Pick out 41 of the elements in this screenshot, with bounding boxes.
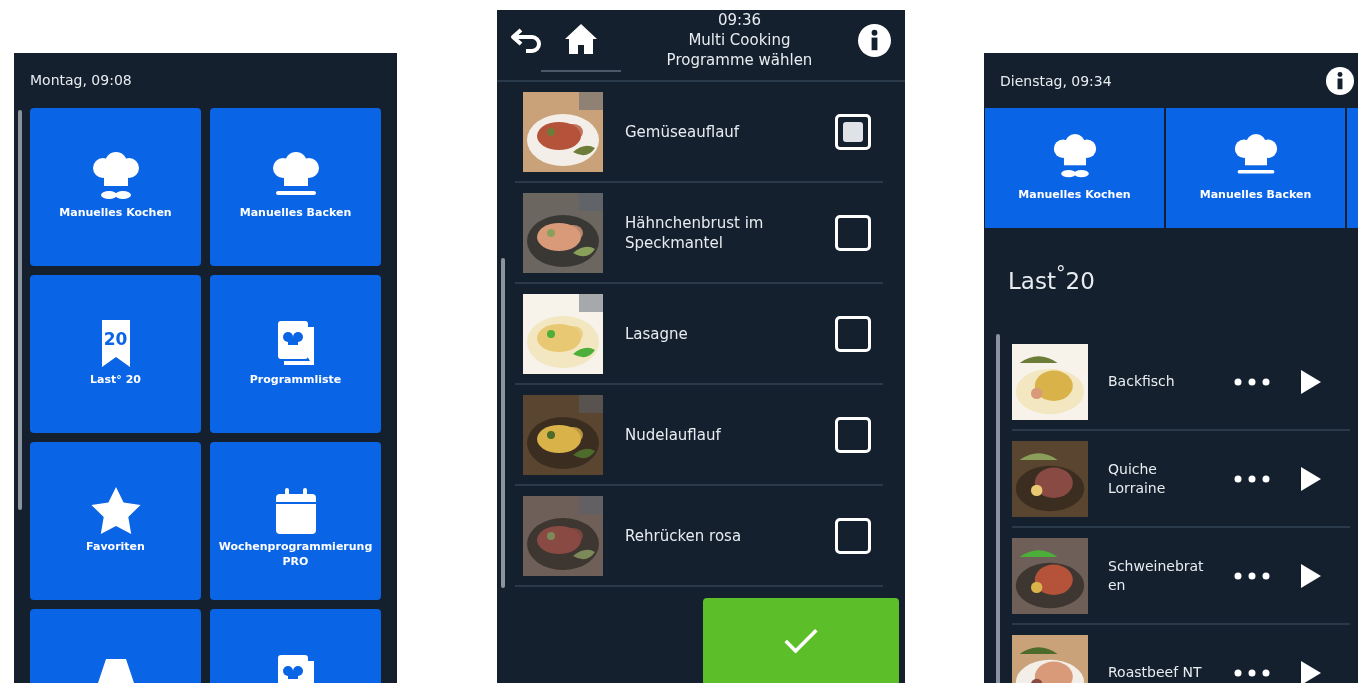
recipe-name: Quiche Lorraine: [1108, 459, 1167, 498]
recipe-name: Lasagne: [625, 323, 689, 344]
menu-tile[interactable]: Programmliste: [210, 275, 381, 433]
menu-tile[interactable]: Wochenprogrammierung PRO: [210, 442, 381, 600]
checkbox[interactable]: [835, 315, 871, 352]
more-icon[interactable]: [1234, 668, 1270, 677]
checkbox[interactable]: [835, 517, 871, 554]
recipe-name: Nudelauflauf: [625, 424, 722, 445]
status-text: Montag, 09:08: [29, 71, 133, 90]
checkbox[interactable]: [835, 113, 871, 150]
info-icon[interactable]: [858, 24, 891, 57]
play-icon[interactable]: [1300, 659, 1322, 683]
section-title: Last$^{°}$20: [1007, 261, 1096, 296]
screen-title: Multi Cooking: [688, 30, 791, 50]
checkbox[interactable]: [835, 416, 871, 453]
more-icon[interactable]: [1234, 377, 1270, 386]
play-icon[interactable]: [1300, 465, 1322, 492]
recipe-name: Rehrücken rosa: [625, 525, 743, 546]
menu-tile[interactable]: 20 Last° 20: [30, 275, 201, 433]
info-icon[interactable]: [1326, 66, 1354, 95]
menu-tile[interactable]: Manuelles Backen: [1166, 108, 1345, 228]
status-text: Dienstag, 09:34: [1000, 72, 1112, 89]
recipe-name: Hähnchenbrust im Speckmantel: [625, 212, 765, 253]
more-icon[interactable]: [1234, 474, 1270, 483]
play-icon[interactable]: [1300, 368, 1322, 395]
play-icon[interactable]: [1300, 562, 1322, 589]
screen-subtitle: Programme wählen: [666, 50, 813, 70]
menu-tile[interactable]: Manuelles Kochen: [30, 108, 201, 266]
home-icon[interactable]: [563, 22, 599, 56]
recipe-name: Roastbeef NT: [1108, 663, 1203, 682]
more-icon[interactable]: [1234, 571, 1270, 580]
recipe-name: Gemüseauflauf: [625, 121, 741, 142]
clock-text: 09:36: [717, 10, 762, 30]
check-icon: [783, 626, 819, 655]
badge-number: 20: [102, 329, 129, 349]
menu-tile[interactable]: Manuelles Backen: [210, 108, 381, 266]
menu-tile[interactable]: Manuelles Kochen: [985, 108, 1164, 228]
checkbox[interactable]: [835, 214, 871, 251]
recipe-name: Backfisch: [1108, 372, 1176, 391]
menu-tile[interactable]: Favoriten: [30, 442, 201, 600]
recipe-name: Schweinebraten: [1108, 556, 1205, 595]
